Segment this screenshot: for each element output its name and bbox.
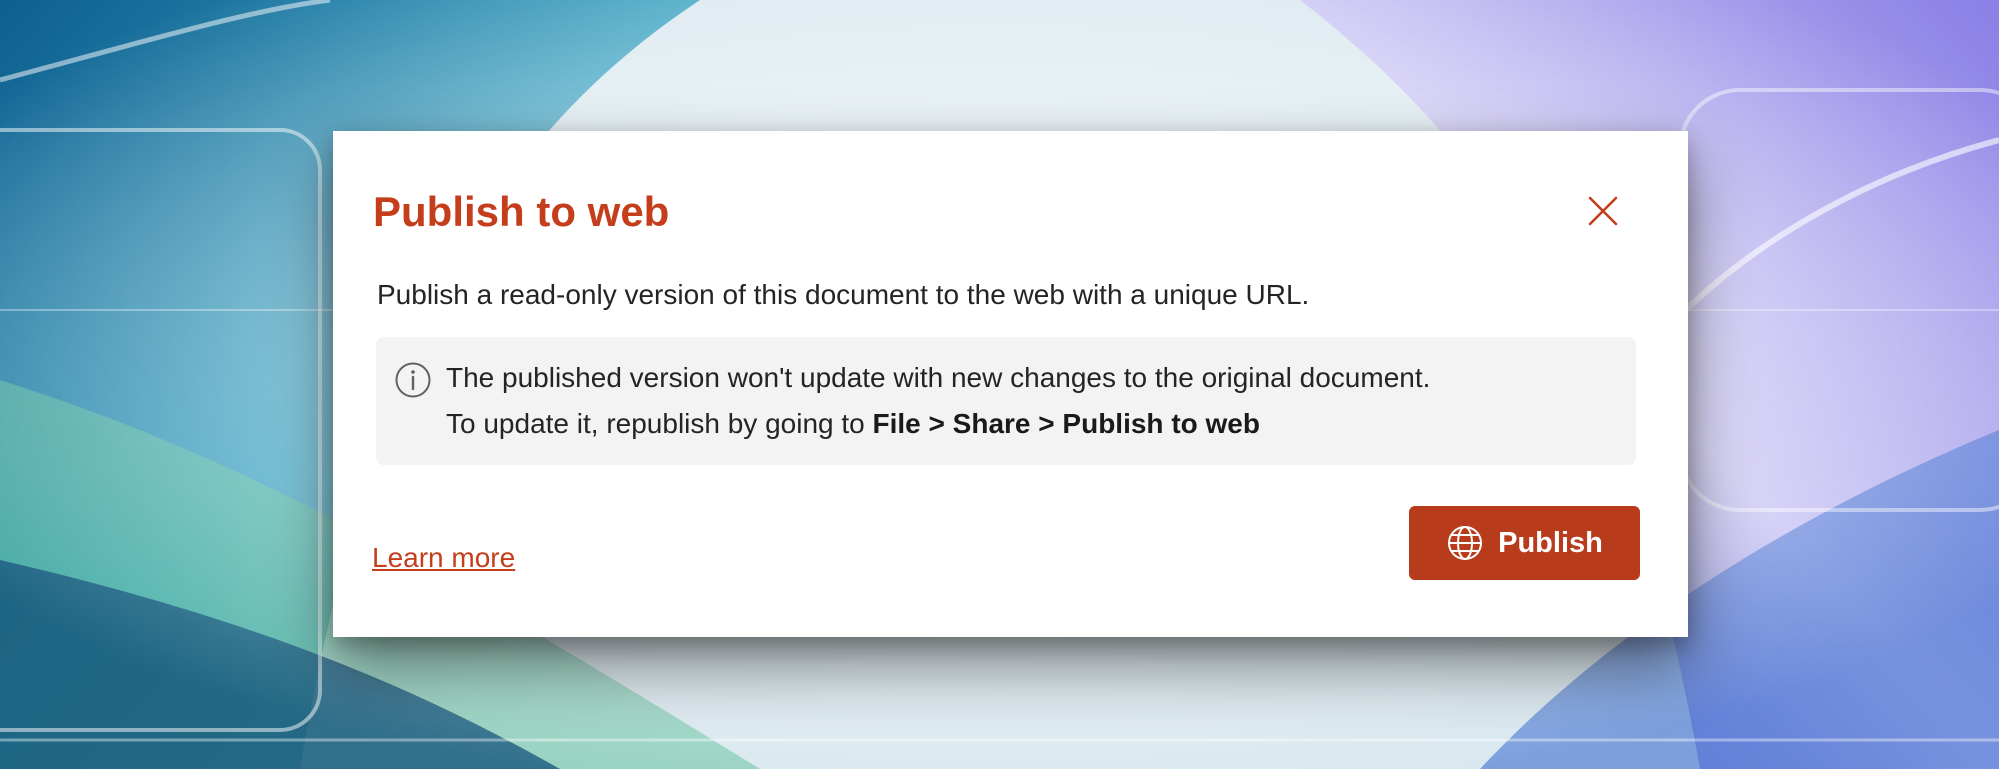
info-text-line-2: To update it, republish by going to File…	[446, 407, 1260, 441]
info-icon	[394, 361, 432, 399]
dialog-title: Publish to web	[373, 188, 670, 235]
info-message-box: The published version won't update with …	[376, 337, 1636, 465]
info-text-line-1: The published version won't update with …	[446, 362, 1431, 393]
menu-path-separator: >	[920, 408, 953, 439]
publish-button[interactable]: Publish	[1409, 506, 1640, 580]
globe-icon	[1446, 524, 1484, 562]
menu-path-share: Share	[952, 408, 1031, 439]
learn-more-link[interactable]: Learn more	[372, 542, 515, 574]
close-button[interactable]	[1581, 189, 1625, 233]
info-text-prefix: To update it, republish by going to	[446, 408, 873, 439]
menu-path-file: File	[872, 408, 921, 439]
menu-path-separator: >	[1030, 408, 1063, 439]
menu-path-publish-to-web: Publish to web	[1062, 408, 1260, 439]
dialog-description: Publish a read-only version of this docu…	[377, 279, 1310, 310]
close-icon	[1588, 196, 1618, 226]
publish-to-web-dialog: Publish to web Publish a read-only versi…	[333, 131, 1688, 637]
publish-button-label: Publish	[1498, 526, 1603, 559]
